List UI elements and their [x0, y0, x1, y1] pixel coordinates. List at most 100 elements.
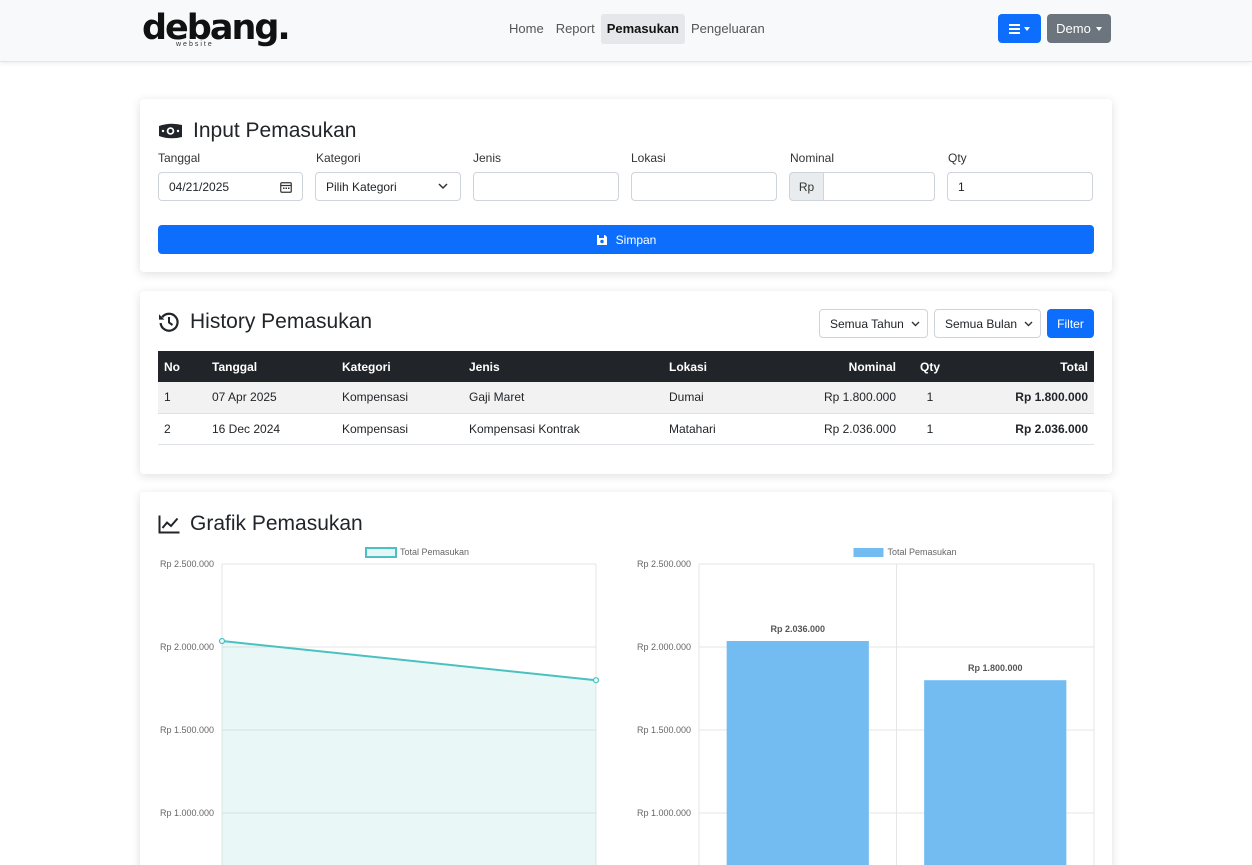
lokasi-input[interactable] — [631, 172, 777, 201]
cell-no: 2 — [158, 413, 206, 445]
save-icon — [596, 234, 607, 245]
input-card: Input Pemasukan Tanggal 04/21/2025 Kateg… — [140, 99, 1112, 272]
cell-qty: 1 — [902, 382, 958, 414]
bar-data-label: Rp 2.036.000 — [770, 624, 825, 634]
y-tick-label: Rp 1.500.000 — [160, 725, 214, 735]
tanggal-value: 04/21/2025 — [169, 179, 230, 194]
logo-text: debang. — [142, 8, 291, 48]
cell-tanggal: 07 Apr 2025 — [206, 382, 336, 414]
nominal-prefix: Rp — [789, 172, 824, 201]
qty-input[interactable]: 1 — [947, 172, 1093, 201]
y-tick-label: Rp 2.500.000 — [160, 559, 214, 569]
caret-down-icon — [1024, 26, 1030, 31]
year-filter-value: Semua Tahun — [830, 316, 904, 331]
cell-jenis: Kompensasi Kontrak — [463, 413, 663, 445]
bar-data-label: Rp 1.800.000 — [968, 663, 1023, 673]
month-filter-value: Semua Bulan — [945, 316, 1018, 331]
history-table: No Tanggal Kategori Jenis Lokasi Nominal… — [158, 351, 1094, 445]
col-lokasi: Lokasi — [663, 351, 775, 382]
y-tick-label: Rp 2.000.000 — [160, 642, 214, 652]
bars-icon — [1009, 23, 1020, 34]
col-kategori: Kategori — [336, 351, 463, 382]
user-label: Demo — [1056, 21, 1091, 36]
calendar-icon[interactable] — [280, 181, 292, 193]
jenis-label: Jenis — [473, 151, 502, 165]
cell-total: Rp 1.800.000 — [958, 382, 1094, 414]
legend-label: Total Pemasukan — [400, 547, 469, 557]
cell-tanggal: 16 Dec 2024 — [206, 413, 336, 445]
navbar: debang. website Home Report Pemasukan Pe… — [0, 0, 1252, 62]
kategori-value: Pilih Kategori — [326, 179, 397, 194]
y-tick-label: Rp 1.000.000 — [637, 808, 691, 818]
col-qty: Qty — [902, 351, 958, 382]
cell-lokasi: Matahari — [663, 413, 775, 445]
history-card-title: History Pemasukan — [158, 310, 372, 334]
col-nominal: Nominal — [775, 351, 902, 382]
jenis-input[interactable] — [473, 172, 619, 201]
year-filter-select[interactable]: Semua Tahun — [819, 309, 928, 338]
nav-link-pemasukan[interactable]: Pemasukan — [600, 14, 685, 44]
nominal-label: Nominal — [790, 151, 835, 165]
tanggal-date-input[interactable]: 04/21/2025 — [158, 172, 303, 201]
nav-link-home[interactable]: Home — [503, 14, 550, 44]
history-icon — [159, 312, 179, 332]
data-point — [218, 637, 226, 645]
filter-button[interactable]: Filter — [1047, 309, 1094, 338]
logo-subtext: website — [176, 41, 214, 48]
month-filter-select[interactable]: Semua Bulan — [934, 309, 1041, 338]
kategori-select[interactable]: Pilih Kategori — [315, 172, 461, 201]
nav-links: Home Report Pemasukan Pengeluaran — [503, 14, 771, 44]
menu-dropdown-button[interactable] — [998, 14, 1041, 43]
history-card-heading: History Pemasukan — [190, 310, 373, 333]
legend-swatch — [853, 548, 884, 557]
table-row[interactable]: 1 07 Apr 2025 Kompensasi Gaji Maret Duma… — [158, 382, 1094, 414]
tanggal-label: Tanggal — [158, 151, 201, 165]
bar — [726, 641, 869, 865]
cell-total: Rp 2.036.000 — [958, 413, 1094, 445]
chevron-down-icon — [1024, 321, 1033, 326]
cell-no: 1 — [158, 382, 206, 414]
y-tick-label: Rp 2.000.000 — [637, 642, 691, 652]
input-card-heading: Input Pemasukan — [193, 119, 357, 142]
simpan-label: Simpan — [615, 232, 657, 247]
data-point — [592, 677, 600, 684]
legend-label: Total Pemasukan — [888, 547, 957, 557]
chevron-down-icon — [911, 321, 920, 326]
qty-value: 1 — [958, 179, 965, 194]
col-total: Total — [958, 351, 1094, 382]
kategori-label: Kategori — [316, 151, 361, 165]
nominal-input[interactable] — [823, 172, 935, 201]
cell-nominal: Rp 1.800.000 — [775, 382, 902, 414]
table-header-row: No Tanggal Kategori Jenis Lokasi Nominal… — [158, 351, 1094, 382]
cell-jenis: Gaji Maret — [463, 382, 663, 414]
cell-kategori: Kompensasi — [336, 382, 463, 414]
col-jenis: Jenis — [463, 351, 663, 382]
lokasi-label: Lokasi — [631, 151, 666, 165]
money-bill-icon — [159, 123, 182, 139]
y-tick-label: Rp 1.500.000 — [637, 725, 691, 735]
legend-swatch — [365, 547, 397, 558]
nav-link-pengeluaran[interactable]: Pengeluaran — [685, 14, 771, 44]
caret-down-icon — [1095, 26, 1102, 31]
chevron-down-icon — [438, 183, 448, 190]
history-card: History Pemasukan Semua Tahun Semua Bula… — [140, 291, 1112, 474]
nav-link-report[interactable]: Report — [550, 14, 601, 44]
line-chart: Total Pemasukan Rp 2.500.000 Rp 2.000.000 R… — [160, 547, 600, 865]
y-tick-label: Rp 1.000.000 — [160, 808, 214, 818]
bar-chart: Total Pemasukan Rp 2.500.000 Rp 2.000.000 R… — [637, 547, 1095, 865]
cell-nominal: Rp 2.036.000 — [775, 413, 902, 445]
y-tick-label: Rp 2.500.000 — [637, 559, 691, 569]
col-tanggal: Tanggal — [206, 351, 336, 382]
cell-kategori: Kompensasi — [336, 413, 463, 445]
cell-qty: 1 — [902, 413, 958, 445]
col-no: No — [158, 351, 206, 382]
input-card-title: Input Pemasukan — [158, 119, 356, 143]
simpan-button[interactable]: Simpan — [158, 225, 1094, 254]
table-row[interactable]: 2 16 Dec 2024 Kompensasi Kompensasi Kont… — [158, 413, 1094, 445]
user-dropdown-button[interactable]: Demo — [1047, 14, 1111, 43]
qty-label: Qty — [948, 151, 967, 165]
brand-logo[interactable]: debang. website — [142, 8, 291, 52]
bar — [924, 680, 1067, 865]
cell-lokasi: Dumai — [663, 382, 775, 414]
chart-card: Grafik Pemasukan Total Pemasukan Rp 2.500… — [140, 492, 1112, 865]
